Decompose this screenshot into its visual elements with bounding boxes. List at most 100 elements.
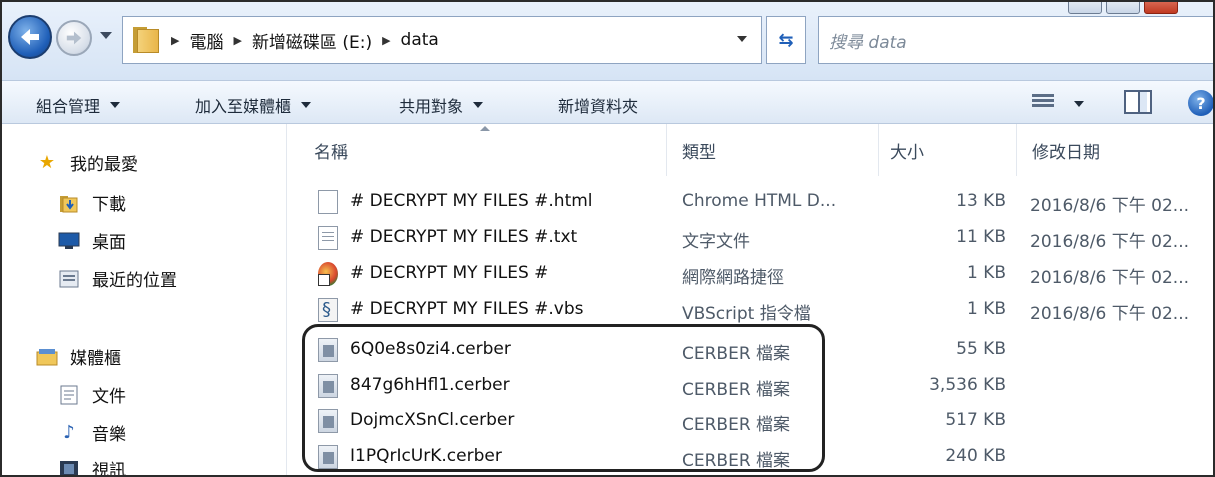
file-name: # DECRYPT MY FILES #.vbs <box>350 299 584 319</box>
share-with-menu[interactable]: 共用對象 <box>399 93 484 117</box>
add-to-library-menu[interactable]: 加入至媒體櫃 <box>195 93 312 117</box>
chevron-down-icon <box>473 102 484 108</box>
explorer-window: ▶ 電腦 ▶ 新增磁碟區 (E:) ▶ data ⇆ 搜尋 data 組合管理 … <box>0 0 1215 477</box>
breadcrumb-data[interactable]: data <box>401 30 439 50</box>
forward-arrow-icon <box>66 31 82 45</box>
minimize-button[interactable] <box>1068 2 1102 14</box>
downloads-folder-icon <box>58 193 80 213</box>
nav-item-label: 我的最愛 <box>70 155 138 175</box>
folder-icon <box>133 27 161 53</box>
file-size: 517 KB <box>945 410 1006 430</box>
navigation-pane: ★ 我的最愛 下載 桌面 最近的位置 媒體櫃 文件 ♪ 音樂 視訊 <box>2 124 287 477</box>
close-button[interactable] <box>1144 2 1178 14</box>
column-header-name[interactable]: 名稱 <box>314 124 348 176</box>
film-icon <box>58 459 80 475</box>
view-options-icon[interactable] <box>1032 92 1054 110</box>
nav-item-label: 桌面 <box>92 233 126 253</box>
file-date: 2016/8/6 下午 02... <box>1030 196 1190 216</box>
new-folder-label: 新增資料夾 <box>558 97 639 116</box>
nav-item-music[interactable]: ♪ 音樂 <box>58 420 126 445</box>
nav-item-label: 下載 <box>92 195 126 215</box>
file-date: 2016/8/6 下午 02... <box>1030 304 1190 324</box>
internet-shortcut-icon <box>318 262 338 286</box>
file-size: 1 KB <box>966 299 1006 319</box>
view-dropdown-icon[interactable] <box>1074 101 1084 107</box>
nav-item-desktop[interactable]: 桌面 <box>58 228 126 253</box>
nav-item-libraries[interactable]: 媒體櫃 <box>36 344 121 369</box>
help-icon[interactable]: ? <box>1188 90 1213 116</box>
music-note-icon: ♪ <box>63 422 75 443</box>
text-file-icon <box>318 226 338 250</box>
search-placeholder: 搜尋 data <box>829 32 907 53</box>
breadcrumb: ▶ 電腦 ▶ 新增磁碟區 (E:) ▶ data <box>161 28 439 53</box>
nav-item-favorites[interactable]: ★ 我的最愛 <box>36 150 138 175</box>
vbscript-file-icon <box>318 298 338 322</box>
file-size: 240 KB <box>945 446 1006 466</box>
back-arrow-icon <box>21 29 39 45</box>
search-input[interactable]: 搜尋 data <box>818 16 1213 64</box>
chevron-down-icon <box>110 102 121 108</box>
file-size: 55 KB <box>956 339 1006 359</box>
file-size: 11 KB <box>956 227 1006 247</box>
maximize-button[interactable] <box>1106 2 1140 14</box>
file-row[interactable]: # DECRYPT MY FILES # 網際網路捷徑 1 KB 2016/8/… <box>302 256 1212 292</box>
file-type: Chrome HTML D... <box>682 191 837 211</box>
new-folder-button[interactable]: 新增資料夾 <box>558 93 638 117</box>
breadcrumb-separator-icon[interactable]: ▶ <box>233 34 241 47</box>
breadcrumb-separator-icon[interactable]: ▶ <box>171 34 179 47</box>
file-name: # DECRYPT MY FILES # <box>350 263 549 283</box>
column-divider[interactable] <box>878 124 879 176</box>
file-row[interactable]: # DECRYPT MY FILES #.html Chrome HTML D.… <box>302 184 1212 220</box>
file-date: 2016/8/6 下午 02... <box>1030 232 1190 252</box>
column-header-date[interactable]: 修改日期 <box>1032 124 1100 176</box>
documents-icon <box>58 385 80 405</box>
column-header-size[interactable]: 大小 <box>890 124 924 176</box>
nav-item-recent-places[interactable]: 最近的位置 <box>58 266 177 291</box>
window-controls <box>1068 2 1178 16</box>
recent-places-icon <box>58 269 80 289</box>
desktop-icon <box>58 231 80 251</box>
column-divider[interactable] <box>666 124 667 176</box>
organize-menu[interactable]: 組合管理 <box>36 93 121 117</box>
sort-ascending-icon <box>480 126 490 131</box>
column-header-type[interactable]: 類型 <box>682 124 716 176</box>
nav-item-documents[interactable]: 文件 <box>58 382 126 407</box>
chevron-down-icon <box>301 102 312 108</box>
file-size: 1 KB <box>966 263 1006 283</box>
breadcrumb-drive[interactable]: 新增磁碟區 (E:) <box>252 28 372 53</box>
forward-button[interactable] <box>56 20 92 56</box>
column-divider[interactable] <box>1016 124 1017 176</box>
address-row: ▶ 電腦 ▶ 新增磁碟區 (E:) ▶ data ⇆ 搜尋 data <box>2 2 1213 80</box>
file-type: 文字文件 <box>682 232 750 252</box>
address-dropdown-icon[interactable] <box>737 36 747 42</box>
file-row[interactable]: # DECRYPT MY FILES #.vbs VBScript 指令檔 1 … <box>302 292 1212 328</box>
encrypted-files-highlight <box>302 324 825 472</box>
star-icon: ★ <box>38 152 56 173</box>
file-size: 13 KB <box>956 191 1006 211</box>
nav-item-label: 視訊 <box>92 461 126 477</box>
organize-label: 組合管理 <box>36 97 101 116</box>
nav-item-label: 最近的位置 <box>92 271 177 291</box>
preview-pane-icon[interactable] <box>1124 90 1152 114</box>
nav-item-label: 文件 <box>92 387 126 407</box>
html-file-icon <box>318 190 338 214</box>
file-type: VBScript 指令檔 <box>682 304 811 324</box>
nav-item-label: 媒體櫃 <box>70 349 121 369</box>
refresh-icon: ⇆ <box>778 29 794 51</box>
command-bar: 組合管理 加入至媒體櫃 共用對象 新增資料夾 ? <box>2 80 1213 124</box>
breadcrumb-computer[interactable]: 電腦 <box>189 28 223 53</box>
breadcrumb-separator-icon[interactable]: ▶ <box>382 34 390 47</box>
refresh-button[interactable]: ⇆ <box>766 16 806 64</box>
file-size: 3,536 KB <box>929 375 1006 395</box>
recent-pages-dropdown[interactable] <box>100 32 112 39</box>
libraries-icon <box>36 347 58 367</box>
address-bar[interactable]: ▶ 電腦 ▶ 新增磁碟區 (E:) ▶ data <box>122 16 762 64</box>
nav-item-downloads[interactable]: 下載 <box>58 190 126 215</box>
file-row[interactable]: # DECRYPT MY FILES #.txt 文字文件 11 KB 2016… <box>302 220 1212 256</box>
nav-item-label: 音樂 <box>92 425 126 445</box>
file-date: 2016/8/6 下午 02... <box>1030 268 1190 288</box>
file-name: # DECRYPT MY FILES #.html <box>350 191 593 211</box>
nav-item-videos[interactable]: 視訊 <box>58 456 126 477</box>
back-button[interactable] <box>8 15 52 59</box>
file-type: 網際網路捷徑 <box>682 268 784 288</box>
